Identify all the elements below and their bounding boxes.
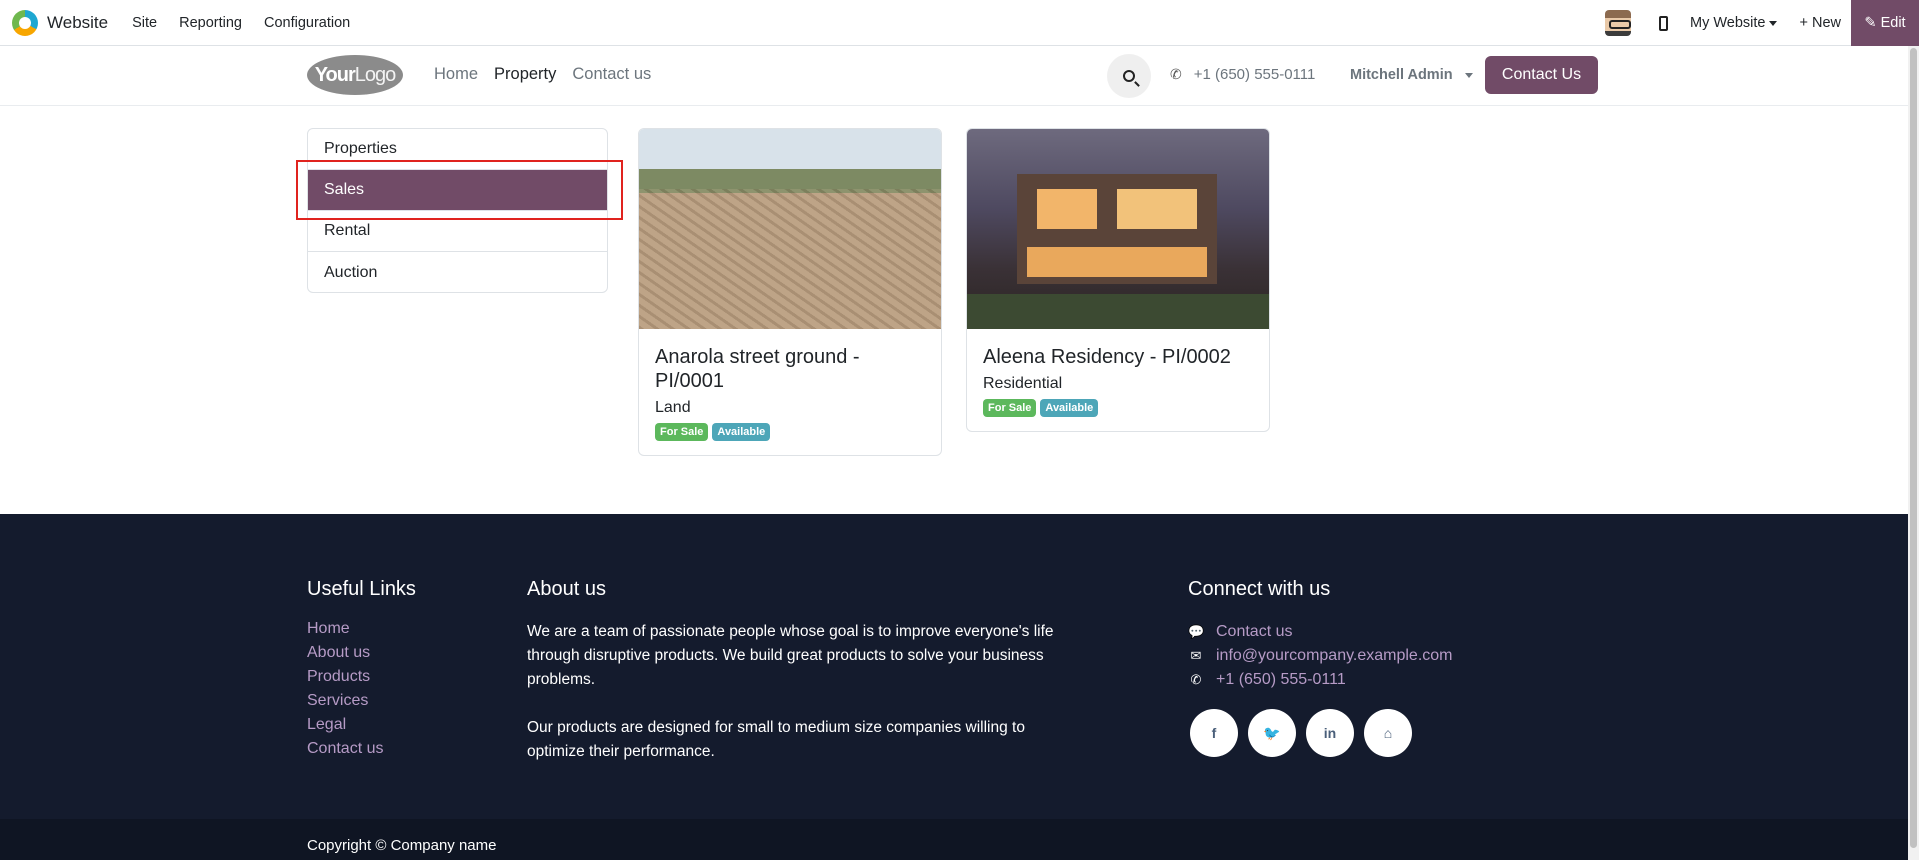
website-app-icon <box>12 9 38 36</box>
for-sale-badge: For Sale <box>983 399 1037 417</box>
website-switcher-label: My Website <box>1690 15 1766 31</box>
connect-email[interactable]: ✉ info@yourcompany.example.com <box>1188 644 1453 668</box>
property-type: Land <box>655 399 691 416</box>
footer-link-contact[interactable]: Contact us <box>307 740 383 764</box>
property-image <box>967 129 1269 329</box>
category-auction[interactable]: Auction <box>308 252 607 292</box>
logo-text-bold: Your <box>314 63 356 86</box>
about-text: We are a team of passionate people whose… <box>527 620 1057 764</box>
card-body: Anarola street ground - PI/0001 Land For… <box>639 329 941 455</box>
social-links: f 🐦 in ⌂ <box>1190 709 1412 757</box>
twitter-icon[interactable]: 🐦 <box>1248 709 1296 757</box>
facebook-icon[interactable]: f <box>1190 709 1238 757</box>
available-badge: Available <box>712 423 771 441</box>
linkedin-icon[interactable]: in <box>1306 709 1354 757</box>
admin-actions: My Website + New ✎ Edit <box>1605 0 1919 46</box>
house-lawn <box>967 294 1269 329</box>
search-button[interactable] <box>1107 54 1151 98</box>
nav-property[interactable]: Property <box>494 65 556 84</box>
house-window <box>1117 189 1197 229</box>
footer-link-about[interactable]: About us <box>307 644 383 668</box>
connect-contact[interactable]: 💬 Contact us <box>1188 620 1453 644</box>
site-footer: Useful Links Home About us Products Serv… <box>0 514 1908 819</box>
menu-site[interactable]: Site <box>132 15 157 31</box>
caret-down-icon <box>1769 20 1778 26</box>
connect-email-label: info@yourcompany.example.com <box>1216 647 1453 664</box>
copyright-text: Copyright © Company name <box>307 837 497 854</box>
app-brand[interactable]: Website <box>12 9 109 36</box>
connect-title: Connect with us <box>1188 578 1331 600</box>
card-body: Aleena Residency - PI/0002 Residential F… <box>967 329 1269 431</box>
edit-button[interactable]: ✎ Edit <box>1851 0 1919 46</box>
site-header: Your Logo Home Property Contact us ✆ +1 (… <box>0 46 1908 106</box>
chevron-down-icon <box>1464 72 1473 78</box>
new-button[interactable]: + New <box>1799 15 1841 31</box>
comment-icon: 💬 <box>1188 624 1205 639</box>
property-category-list: Properties Sales Rental Auction <box>307 128 608 293</box>
useful-links: Home About us Products Services Legal Co… <box>307 620 383 764</box>
header-phone-number: +1 (650) 555-0111 <box>1193 66 1316 83</box>
house-window <box>1037 189 1097 229</box>
category-sales[interactable]: Sales <box>308 170 607 211</box>
connect-phone-label: +1 (650) 555-0111 <box>1216 671 1346 688</box>
app-name: Website <box>47 12 109 32</box>
page-scrollbar[interactable] <box>1908 46 1919 860</box>
contact-us-button[interactable]: Contact Us <box>1485 56 1598 94</box>
footer-link-home[interactable]: Home <box>307 620 383 644</box>
phone-icon: ✆ <box>1190 672 1202 687</box>
admin-navbar: Website Site Reporting Configuration My … <box>0 0 1919 46</box>
user-avatar[interactable] <box>1605 10 1631 36</box>
mobile-preview-icon[interactable] <box>1659 15 1668 31</box>
connect-phone[interactable]: ✆ +1 (650) 555-0111 <box>1188 668 1453 692</box>
logo-text-light: Logo <box>354 63 396 86</box>
home-icon[interactable]: ⌂ <box>1364 709 1412 757</box>
about-paragraph: Our products are designed for small to m… <box>527 719 1025 760</box>
connect-list: 💬 Contact us ✉ info@yourcompany.example.co… <box>1188 620 1453 692</box>
for-sale-badge: For Sale <box>655 423 709 441</box>
menu-configuration[interactable]: Configuration <box>264 15 350 31</box>
useful-links-title: Useful Links <box>307 578 416 600</box>
user-menu[interactable]: Mitchell Admin <box>1350 67 1473 83</box>
property-card[interactable]: Anarola street ground - PI/0001 Land For… <box>638 128 942 456</box>
property-title[interactable]: Aleena Residency - PI/0002 <box>983 345 1253 369</box>
menu-reporting[interactable]: Reporting <box>179 15 242 31</box>
phone-icon: ✆ <box>1170 66 1182 82</box>
nav-contact-us[interactable]: Contact us <box>572 65 651 84</box>
about-paragraph: We are a team of passionate people whose… <box>527 623 1054 688</box>
category-properties[interactable]: Properties <box>308 129 607 170</box>
site-logo[interactable]: Your Logo <box>307 55 403 95</box>
property-image <box>639 129 941 329</box>
property-title[interactable]: Anarola street ground - PI/0001 <box>655 345 925 393</box>
available-badge: Available <box>1040 399 1099 417</box>
category-rental[interactable]: Rental <box>308 211 607 252</box>
badges: For Sale Available <box>983 399 1253 417</box>
footer-link-services[interactable]: Services <box>307 692 383 716</box>
badges: For Sale Available <box>655 423 925 441</box>
property-card[interactable]: Aleena Residency - PI/0002 Residential F… <box>966 128 1270 432</box>
admin-menu: Site Reporting Configuration <box>132 15 350 31</box>
site-nav: Home Property Contact us <box>434 65 651 84</box>
connect-contact-label: Contact us <box>1216 623 1293 640</box>
about-title: About us <box>527 578 606 600</box>
footer-link-legal[interactable]: Legal <box>307 716 383 740</box>
footer-link-products[interactable]: Products <box>307 668 383 692</box>
website-switcher[interactable]: My Website <box>1690 15 1778 31</box>
scrollbar-thumb[interactable] <box>1910 48 1917 848</box>
search-icon <box>1123 70 1135 82</box>
user-name: Mitchell Admin <box>1350 67 1453 83</box>
property-type: Residential <box>983 375 1063 392</box>
envelope-icon: ✉ <box>1190 648 1202 663</box>
header-phone[interactable]: ✆ +1 (650) 555-0111 <box>1170 66 1315 83</box>
nav-home[interactable]: Home <box>434 65 478 84</box>
house-window <box>1027 247 1207 277</box>
copyright-bar: Copyright © Company name <box>0 819 1908 860</box>
